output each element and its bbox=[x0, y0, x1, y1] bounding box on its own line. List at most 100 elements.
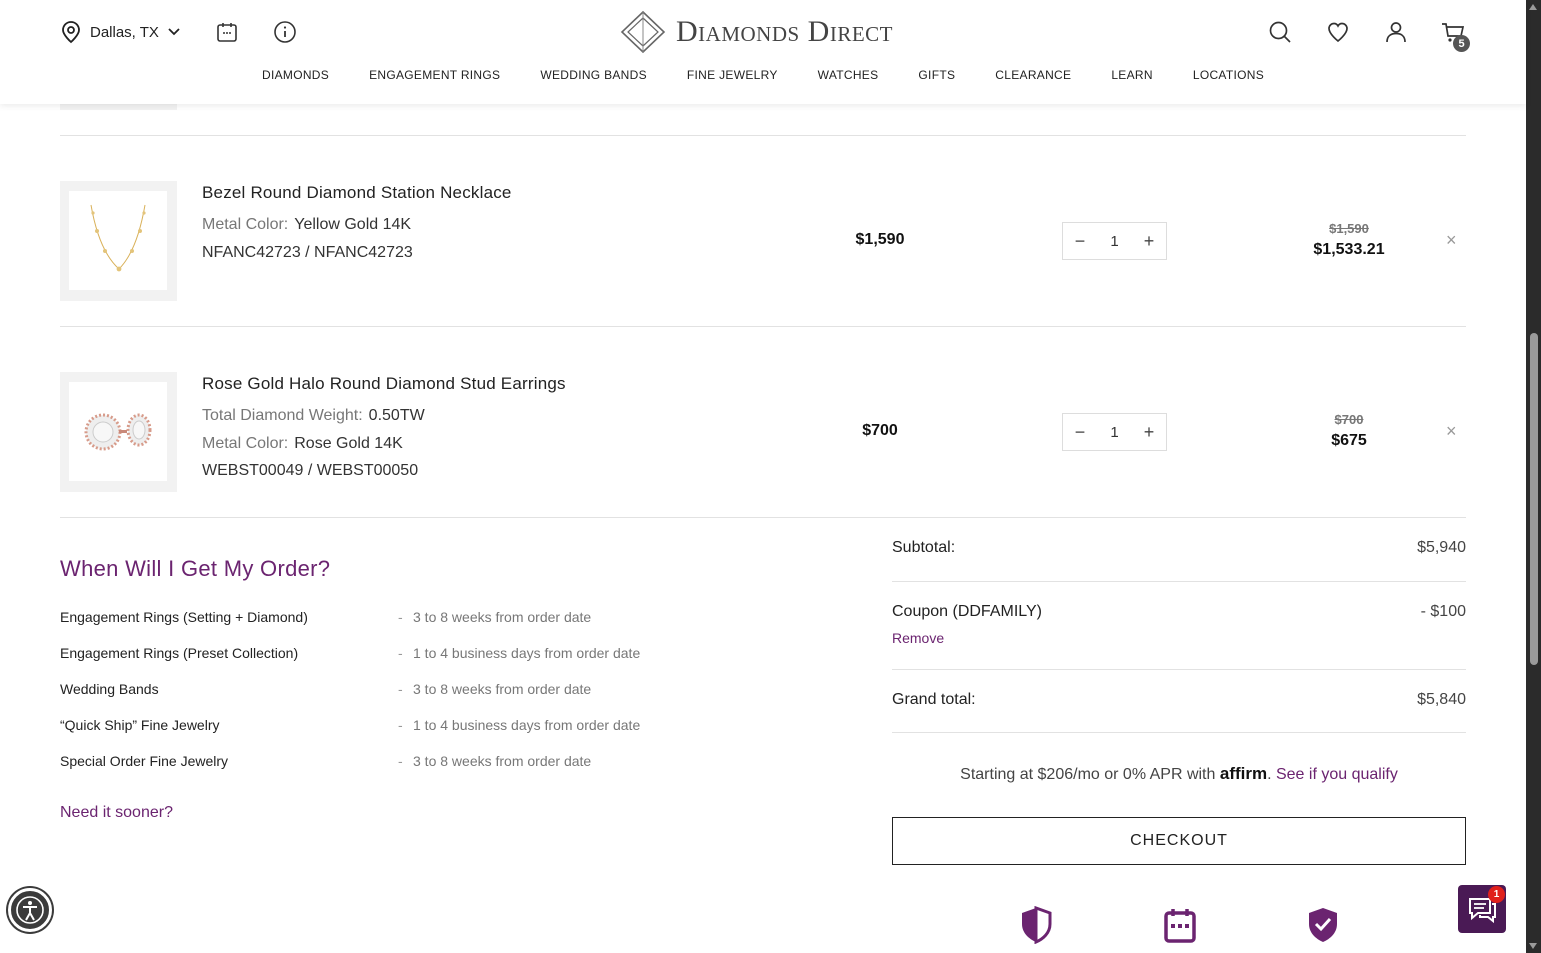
scroll-down-arrow[interactable] bbox=[1529, 943, 1537, 949]
nav-diamonds[interactable]: DIAMONDS bbox=[262, 68, 329, 82]
subtotal-value: $5,940 bbox=[1417, 539, 1466, 556]
item-attr-value: Yellow Gold 14K bbox=[294, 216, 412, 233]
search-icon[interactable] bbox=[1268, 20, 1292, 44]
summary-divider bbox=[892, 669, 1466, 670]
nav-fine-jewelry[interactable]: FINE JEWELRY bbox=[687, 68, 778, 82]
delivery-dash: - bbox=[398, 645, 403, 661]
decrease-quantity-button[interactable]: − bbox=[1073, 422, 1087, 443]
grand-total-value: $5,840 bbox=[1417, 691, 1466, 708]
decrease-quantity-button[interactable]: − bbox=[1073, 231, 1087, 252]
nav-learn[interactable]: LEARN bbox=[1111, 68, 1153, 82]
grand-total-row: Grand total: $5,840 bbox=[892, 691, 1466, 709]
affirm-text: Starting at $206/mo or 0% APR with bbox=[960, 766, 1216, 783]
close-icon[interactable]: × bbox=[1446, 230, 1457, 251]
quantity-stepper[interactable]: − 1 + bbox=[1062, 413, 1167, 451]
item-attr-label: Metal Color: bbox=[202, 216, 289, 233]
item-final-total: $1,533.21 bbox=[1313, 241, 1385, 258]
cart-count-badge: 5 bbox=[1453, 35, 1470, 52]
site-header: Dallas, TX Diamonds Direct 5 DIAMONDS EN… bbox=[0, 0, 1526, 104]
item-sku: WEBST00049 / WEBST00050 bbox=[202, 462, 418, 480]
coupon-row: Coupon (DDFAMILY) - $100 bbox=[892, 603, 1466, 621]
affirm-financing: Starting at $206/mo or 0% APR with affir… bbox=[960, 764, 1398, 783]
calendar-icon bbox=[1164, 909, 1196, 943]
increase-quantity-button[interactable]: + bbox=[1142, 422, 1156, 443]
item-final-total: $675 bbox=[1331, 432, 1367, 449]
scrollbar-thumb[interactable] bbox=[1530, 333, 1538, 665]
coupon-value: - $100 bbox=[1420, 603, 1466, 620]
delivery-time: 3 to 8 weeks from order date bbox=[413, 609, 592, 625]
shield-icon bbox=[1022, 906, 1052, 944]
item-metal-color: Metal Color: Rose Gold 14K bbox=[202, 435, 403, 453]
accessibility-icon bbox=[16, 896, 44, 924]
nav-engagement-rings[interactable]: ENGAGEMENT RINGS bbox=[369, 68, 500, 82]
subtotal-label: Subtotal: bbox=[892, 539, 956, 556]
item-sku-value: WEBST00049 / WEBST00050 bbox=[202, 462, 419, 479]
item-original-total: $1,590 bbox=[1329, 221, 1369, 236]
check-shield-icon bbox=[1309, 908, 1337, 942]
necklace-image bbox=[90, 204, 146, 272]
delivery-category: Engagement Rings (Setting + Diamond) bbox=[60, 609, 308, 625]
summary-divider bbox=[892, 581, 1466, 582]
checkout-button[interactable]: CHECKOUT bbox=[892, 817, 1466, 865]
nav-wedding-bands[interactable]: WEDDING BANDS bbox=[540, 68, 647, 82]
calendar-icon[interactable] bbox=[215, 20, 239, 44]
grand-total-label: Grand total: bbox=[892, 691, 976, 708]
delivery-time: 1 to 4 business days from order date bbox=[413, 717, 641, 733]
delivery-time: 3 to 8 weeks from order date bbox=[413, 753, 592, 769]
diamond-logo-icon bbox=[620, 10, 666, 54]
item-diamond-weight: Total Diamond Weight: 0.50TW bbox=[202, 407, 425, 425]
subtotal-row: Subtotal: $5,940 bbox=[892, 539, 1466, 557]
item-sku-value: NFANC42723 / NFANC42723 bbox=[202, 244, 413, 261]
nav-watches[interactable]: WATCHES bbox=[818, 68, 879, 82]
item-divider bbox=[60, 135, 1466, 136]
nav-gifts[interactable]: GIFTS bbox=[918, 68, 955, 82]
heart-icon[interactable] bbox=[1326, 20, 1350, 44]
item-divider bbox=[60, 326, 1466, 327]
item-unit-price: $1,590 bbox=[855, 231, 905, 248]
chevron-down-icon bbox=[168, 28, 180, 36]
delivery-category: “Quick Ship” Fine Jewelry bbox=[60, 717, 220, 733]
chat-notification-badge: 1 bbox=[1488, 886, 1505, 903]
item-divider bbox=[60, 517, 1466, 518]
item-attr-value: Rose Gold 14K bbox=[294, 435, 403, 452]
delivery-dash: - bbox=[398, 609, 403, 625]
quantity-stepper[interactable]: − 1 + bbox=[1062, 222, 1167, 260]
remove-coupon-link[interactable]: Remove bbox=[892, 630, 944, 646]
coupon-label: Coupon (DDFAMILY) bbox=[892, 603, 1042, 620]
delivery-time: 3 to 8 weeks from order date bbox=[413, 681, 592, 697]
delivery-dash: - bbox=[398, 753, 403, 769]
scroll-up-arrow[interactable] bbox=[1529, 4, 1537, 10]
nav-locations[interactable]: LOCATIONS bbox=[1193, 68, 1264, 82]
summary-divider bbox=[892, 732, 1466, 733]
brand-name: Diamonds Direct bbox=[676, 15, 893, 48]
main-nav: DIAMONDS ENGAGEMENT RINGS WEDDING BANDS … bbox=[0, 68, 1526, 82]
earrings-image bbox=[84, 413, 152, 451]
item-title[interactable]: Bezel Round Diamond Station Necklace bbox=[202, 183, 512, 203]
scrollbar[interactable] bbox=[1526, 0, 1541, 953]
increase-quantity-button[interactable]: + bbox=[1142, 231, 1156, 252]
item-title[interactable]: Rose Gold Halo Round Diamond Stud Earrin… bbox=[202, 374, 566, 394]
close-icon[interactable]: × bbox=[1446, 421, 1457, 442]
item-original-total: $700 bbox=[1334, 412, 1364, 427]
item-attr-value: 0.50TW bbox=[368, 407, 425, 424]
brand-logo[interactable]: Diamonds Direct bbox=[620, 10, 893, 54]
item-attr-label: Metal Color: bbox=[202, 435, 289, 452]
affirm-qualify-link[interactable]: See if you qualify bbox=[1276, 766, 1398, 783]
item-thumbnail[interactable] bbox=[60, 372, 177, 492]
item-unit-price: $700 bbox=[862, 422, 898, 439]
info-icon[interactable] bbox=[273, 20, 297, 44]
delivery-category: Engagement Rings (Preset Collection) bbox=[60, 645, 299, 661]
item-sku: NFANC42723 / NFANC42723 bbox=[202, 244, 413, 262]
delivery-category: Wedding Bands bbox=[60, 681, 159, 697]
user-icon[interactable] bbox=[1384, 20, 1408, 44]
item-thumbnail[interactable] bbox=[60, 181, 177, 301]
location-selector[interactable]: Dallas, TX bbox=[60, 20, 181, 44]
delivery-heading: When Will I Get My Order? bbox=[60, 556, 331, 581]
item-metal-color: Metal Color: Yellow Gold 14K bbox=[202, 216, 411, 234]
delivery-time: 1 to 4 business days from order date bbox=[413, 645, 641, 661]
quantity-value[interactable]: 1 bbox=[1110, 424, 1118, 441]
need-it-sooner-link[interactable]: Need it sooner? bbox=[60, 804, 173, 822]
nav-clearance[interactable]: CLEARANCE bbox=[995, 68, 1071, 82]
quantity-value[interactable]: 1 bbox=[1110, 233, 1118, 250]
accessibility-button[interactable] bbox=[8, 888, 52, 932]
